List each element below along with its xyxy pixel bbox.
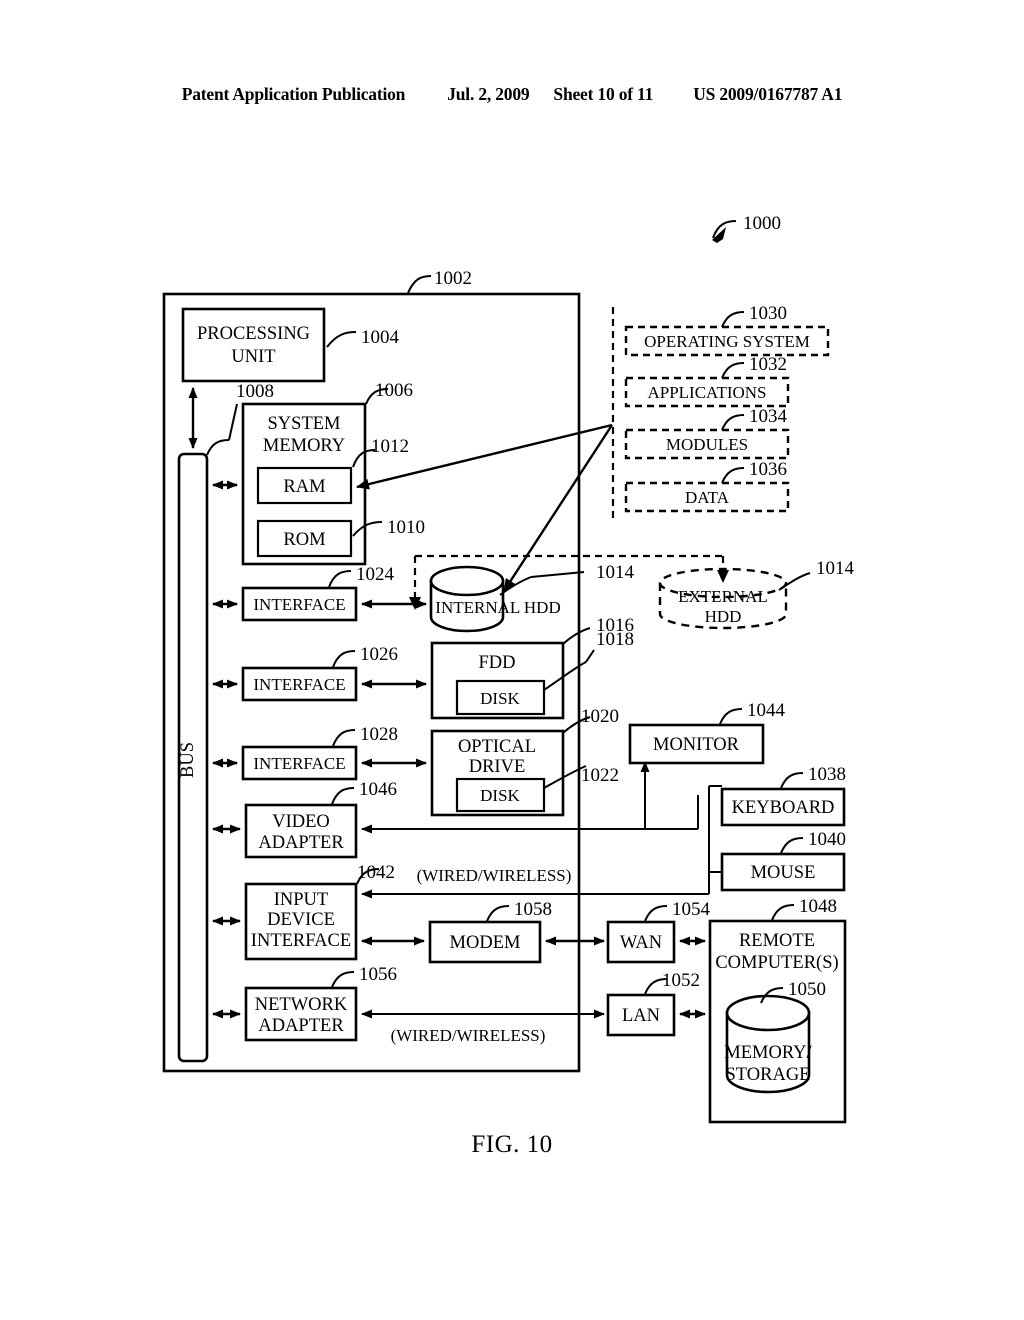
ref-label-1008: 1008 [236,381,274,402]
input-device-interface-label-2: DEVICE [267,910,335,930]
ref-label-1044: 1044 [747,700,786,721]
applications-label: APPLICATIONS [647,383,766,402]
external-hdd-label-2: HDD [705,607,742,626]
ref-leader-1038: 1038 [780,764,846,789]
ref-leader-1052: 1052 [644,970,700,995]
interface-hdd-label: INTERFACE [253,595,345,614]
ref-label-1052: 1052 [662,970,700,991]
ref-label-1018: 1018 [596,629,634,650]
modem-label: MODEM [450,933,521,953]
ref-label-1034: 1034 [749,406,788,427]
ref-leader-1040: 1040 [780,829,846,854]
ref-leader-1014-external: 1014 [778,558,855,591]
ref-leader-1036: 1036 [721,459,787,484]
ref-leader-1030: 1030 [721,303,787,328]
ref-leader-1042: 1042 [356,862,395,885]
ref-label-1014-external: 1014 [816,558,855,579]
ref-leader-1034: 1034 [721,406,788,431]
ref-label-1022: 1022 [581,765,619,786]
ref-label-1014-internal: 1014 [596,562,635,583]
fdd-label: FDD [478,653,515,673]
ram-label: RAM [283,477,325,497]
figure-caption: FIG. 10 [471,1131,553,1158]
keyboard-label: KEYBOARD [732,798,835,818]
data-label: DATA [685,488,730,507]
ref-label-1002: 1002 [434,268,472,289]
ref-label-1048: 1048 [799,896,837,917]
ref-label-1042: 1042 [357,862,395,883]
ref-label-1000: 1000 [743,213,781,234]
lan-label: LAN [622,1006,660,1026]
ref-leader-1054: 1054 [644,899,711,922]
wired-wireless-top-label: (WIRED/WIRELESS) [417,866,572,885]
system-memory-label-1: SYSTEM [268,414,341,434]
dashed-bracket-right-arrow [717,570,729,583]
ref-label-1040: 1040 [808,829,846,850]
operating-system-label: OPERATING SYSTEM [644,332,810,351]
remote-computers-label-2: COMPUTER(S) [715,953,838,973]
rom-label: ROM [283,530,325,550]
input-device-interface-label-1: INPUT [274,890,328,910]
video-adapter-label-1: VIDEO [272,812,330,832]
ref-label-1038: 1038 [808,764,846,785]
interface-optical-label: INTERFACE [253,754,345,773]
ref-label-1024: 1024 [356,564,395,585]
ref-label-1054: 1054 [672,899,711,920]
processing-unit-label-2: UNIT [231,347,275,367]
ref-leader-1044: 1044 [719,700,786,725]
optical-drive-label-1: OPTICAL [458,737,536,757]
processing-unit-label-1: PROCESSING [197,324,310,344]
overall-ref-1000: 1000 [712,213,781,243]
processing-unit-block [181,307,326,383]
ref-label-1020: 1020 [581,706,619,727]
bus-label: BUS [178,742,198,778]
ref-label-1046: 1046 [359,779,397,800]
memory-storage-label-1: MEMORY/ [724,1043,812,1063]
interface-fdd-label: INTERFACE [253,675,345,694]
optical-drive-label-2: DRIVE [469,757,526,777]
internal-hdd-label: INTERNAL HDD [435,598,560,617]
ref-leader-1048: 1048 [771,896,837,921]
patent-figure-page: Patent Application Publication Jul. 2, 2… [0,0,1024,1320]
ref-label-1056: 1056 [359,964,397,985]
memory-storage-label-2: STORAGE [726,1065,811,1085]
modules-label: MODULES [666,435,748,454]
fdd-disk-label: DISK [480,689,520,708]
ref-leader-1002: 1002 [407,268,472,294]
ref-label-1010: 1010 [387,517,425,538]
video-adapter-label-2: ADAPTER [258,833,344,853]
network-adapter-label-1: NETWORK [255,995,348,1015]
ref-label-1028: 1028 [360,724,398,745]
remote-computers-label-1: REMOTE [739,931,815,951]
ref-label-1004: 1004 [361,327,400,348]
monitor-label: MONITOR [653,735,740,755]
mouse-label: MOUSE [751,863,816,883]
ref-label-1012: 1012 [371,436,409,457]
system-memory-label-2: MEMORY [263,436,345,456]
wan-label: WAN [620,933,662,953]
figure-10-block-diagram: 1000 1002 PROCESSING UNIT 1004 BUS 1008 … [162,213,855,1124]
wired-wireless-bottom-label: (WIRED/WIRELESS) [391,1026,546,1045]
ref-label-1058: 1058 [514,899,552,920]
ref-label-1036: 1036 [749,459,787,480]
ref-label-1006: 1006 [375,380,413,401]
ref-label-1050: 1050 [788,979,826,1000]
input-device-interface-label-3: INTERFACE [251,931,351,951]
network-adapter-label-2: ADAPTER [258,1016,344,1036]
ref-label-1026: 1026 [360,644,398,665]
external-hdd-label-1: EXTERNAL [678,587,768,606]
ref-leader-1032: 1032 [721,354,787,379]
ref-label-1032: 1032 [749,354,787,375]
optical-disk-label: DISK [480,786,520,805]
ref-label-1030: 1030 [749,303,787,324]
